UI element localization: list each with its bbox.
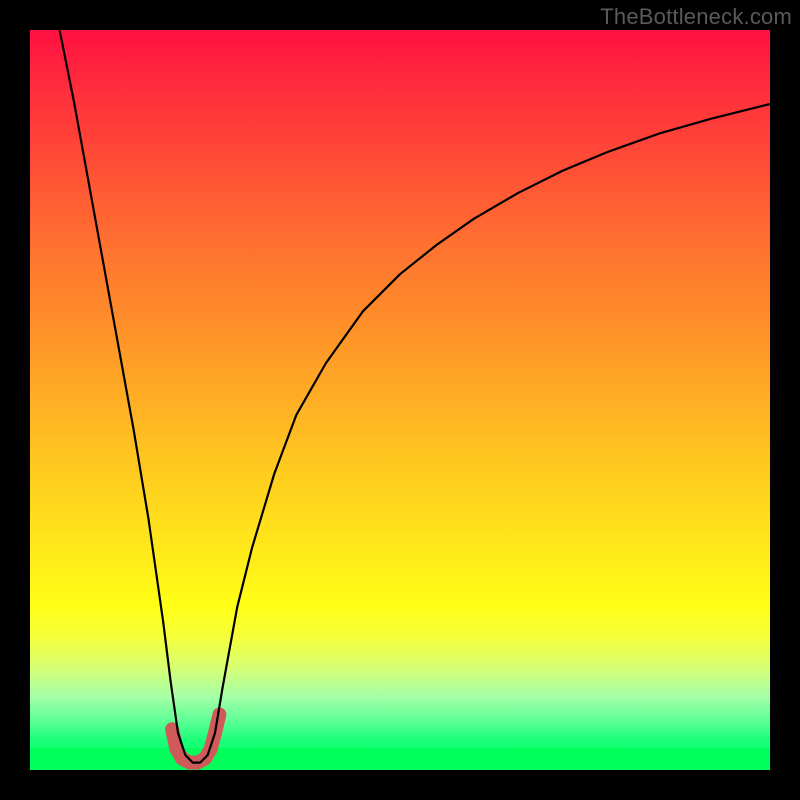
watermark-text: TheBottleneck.com	[600, 4, 792, 30]
chart-svg	[30, 30, 770, 770]
bottleneck-curve-path	[60, 30, 770, 763]
chart-area	[30, 30, 770, 770]
